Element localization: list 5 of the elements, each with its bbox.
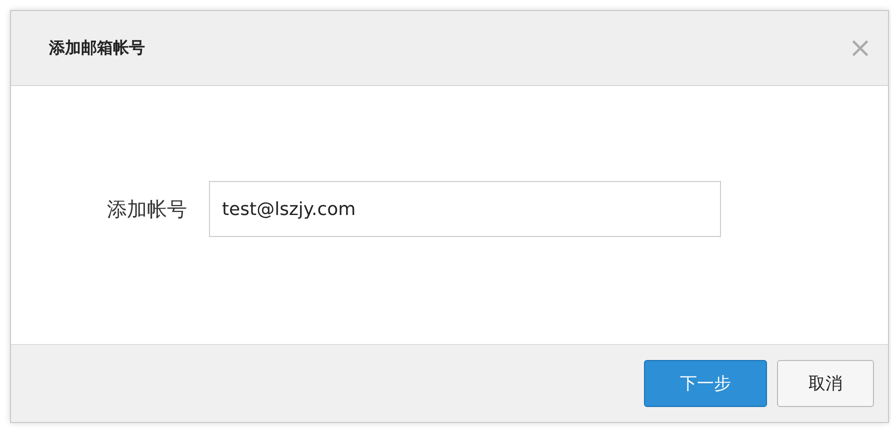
- next-button[interactable]: 下一步: [644, 360, 767, 407]
- account-input[interactable]: test@lszjy.com: [209, 181, 721, 237]
- dialog-title: 添加邮箱帐号: [49, 38, 145, 58]
- cancel-button[interactable]: 取消: [777, 360, 874, 407]
- field-label: 添加帐号: [107, 196, 187, 222]
